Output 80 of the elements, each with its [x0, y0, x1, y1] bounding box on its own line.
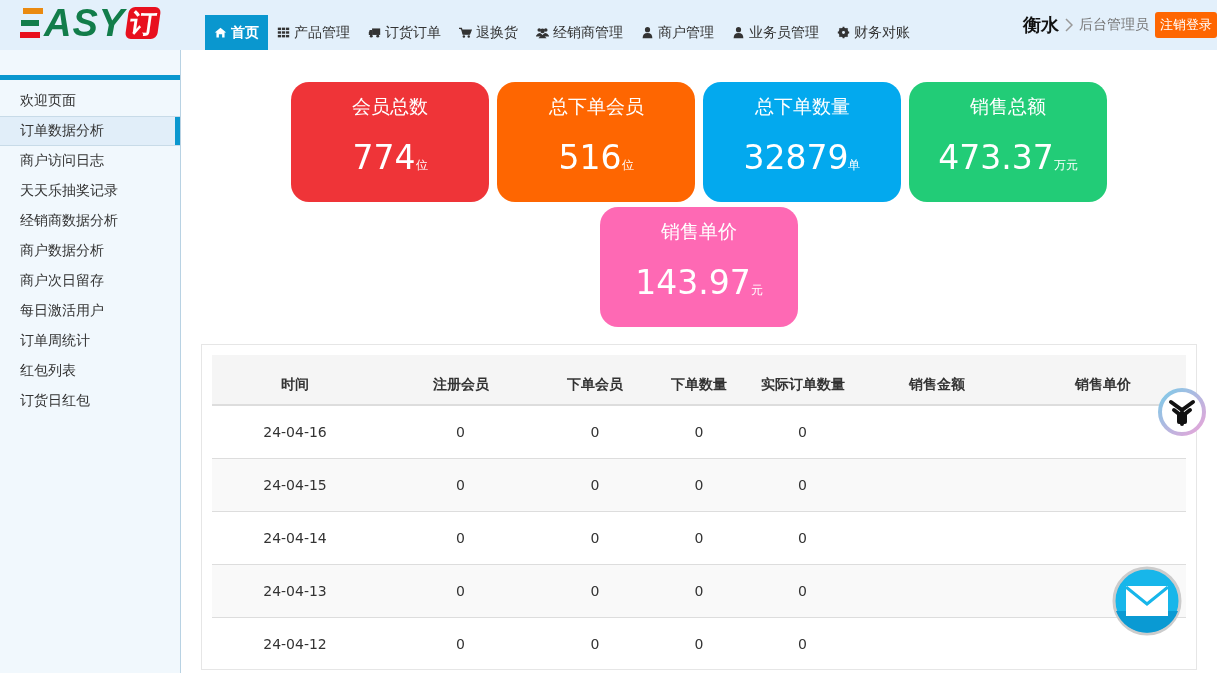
table-cell: 0: [751, 564, 854, 618]
table-cell: 0: [751, 617, 854, 669]
floating-logo-icon[interactable]: [1158, 388, 1206, 436]
table-cell: 0: [378, 564, 543, 618]
sidebar-item[interactable]: 欢迎页面: [0, 86, 180, 116]
stat-value: 32879: [743, 138, 849, 177]
user-icon: [641, 26, 654, 39]
column-header: 下单会员: [543, 355, 647, 405]
logo-stripes-icon: [20, 8, 44, 38]
table-cell: 0: [543, 617, 647, 669]
nav-tab[interactable]: 业务员管理: [723, 15, 828, 50]
table-cell: 0: [543, 405, 647, 459]
table-cell: 24-04-14: [212, 511, 378, 565]
table-cell: 0: [647, 458, 751, 512]
stat-unit: 位: [621, 157, 634, 174]
nav-tab[interactable]: 退换货: [450, 15, 527, 50]
stat-value: 143.97: [635, 263, 751, 302]
table-cell: 0: [378, 511, 543, 565]
home-icon: [214, 26, 227, 39]
stat-value: 774: [352, 138, 416, 177]
table-cell: 24-04-16: [212, 405, 378, 459]
stat-value: 473.37: [938, 138, 1054, 177]
nav-tab[interactable]: 商户管理: [632, 15, 723, 50]
nav-tab[interactable]: 经销商管理: [527, 15, 632, 50]
table-cell: 0: [378, 458, 543, 512]
logo-text: ASY: [44, 4, 126, 42]
table-cell: 0: [647, 564, 751, 618]
stat-title: 销售总额: [970, 94, 1046, 119]
table-cell: 0: [378, 617, 543, 669]
column-header: 时间: [212, 355, 378, 405]
sidebar-item[interactable]: 每日激活用户: [0, 296, 180, 326]
sidebar-item[interactable]: 订单数据分析: [0, 116, 180, 146]
table-cell: 0: [751, 511, 854, 565]
city-name: 衡水: [1023, 14, 1059, 37]
grid-icon: [277, 26, 290, 39]
table-cell: 0: [647, 405, 751, 459]
stat-value: 516: [558, 138, 622, 177]
table-cell: 0: [647, 617, 751, 669]
column-header: 销售金额: [854, 355, 1020, 405]
stat-unit: 位: [415, 157, 428, 174]
mail-icon[interactable]: [1112, 566, 1182, 636]
stat-title: 总下单数量: [754, 94, 850, 119]
cart-icon: [459, 26, 472, 39]
stat-unit: 元: [750, 282, 763, 299]
sidebar-item[interactable]: 订单周统计: [0, 326, 180, 356]
table-cell: 0: [751, 405, 854, 459]
table-cell: 0: [543, 458, 647, 512]
user-role: 后台管理员: [1079, 16, 1149, 34]
sidebar-item[interactable]: 订货日红包: [0, 386, 180, 416]
table-cell: 24-04-15: [212, 458, 378, 512]
nav-tab[interactable]: 产品管理: [268, 15, 359, 50]
stat-title: 总下单会员: [548, 94, 644, 119]
sidebar-item[interactable]: 经销商数据分析: [0, 206, 180, 236]
table-cell: 0: [647, 511, 751, 565]
table-cell: 0: [751, 458, 854, 512]
table-cell: 0: [543, 564, 647, 618]
users-icon: [536, 26, 549, 39]
table-cell: 0: [543, 511, 647, 565]
column-header: 销售单价: [1020, 355, 1186, 405]
column-header: 实际订单数量: [751, 355, 854, 405]
nav-tab[interactable]: 订货订单: [359, 15, 450, 50]
stat-unit: 单: [848, 158, 861, 174]
sidebar-item[interactable]: 红包列表: [0, 356, 180, 386]
chevron-right-icon: [1065, 18, 1073, 32]
table-cell: 24-04-12: [212, 617, 378, 669]
stat-title: 销售单价: [661, 219, 737, 244]
truck-icon: [368, 26, 381, 39]
sidebar-item[interactable]: 商户访问日志: [0, 146, 180, 176]
column-header: 注册会员: [378, 355, 543, 405]
table-cell: 24-04-13: [212, 564, 378, 618]
stat-title: 会员总数: [352, 94, 428, 119]
gear-icon: [837, 26, 850, 39]
sidebar-item[interactable]: 天天乐抽奖记录: [0, 176, 180, 206]
column-header: 下单数量: [647, 355, 751, 405]
stat-unit: 万元: [1053, 158, 1078, 174]
nav-tab[interactable]: 财务对账: [828, 15, 919, 50]
user-icon: [732, 26, 745, 39]
table-cell: 0: [378, 405, 543, 459]
sidebar-item[interactable]: 商户次日留存: [0, 266, 180, 296]
sidebar-item[interactable]: 商户数据分析: [0, 236, 180, 266]
